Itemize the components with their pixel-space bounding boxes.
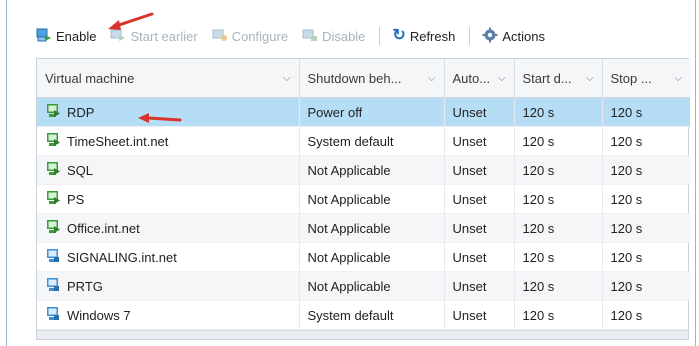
start-delay: 120 s	[514, 97, 603, 127]
auto-value: Unset	[444, 300, 515, 330]
table-row[interactable]: Windows 7 System default Unset 120 s 120…	[37, 300, 690, 330]
refresh-label: Refresh	[409, 28, 456, 44]
auto-value: Unset	[444, 242, 515, 272]
vm-off-icon	[45, 306, 61, 325]
refresh-icon: ↻	[392, 27, 406, 44]
chevron-down-icon[interactable]: ⌵	[586, 73, 594, 84]
enable-label: Enable	[56, 28, 97, 44]
vm-on-icon	[45, 219, 61, 238]
column-header-label: Shutdown beh...	[307, 70, 402, 86]
stop-delay: 120 s	[602, 97, 690, 127]
column-header-label: Stop ...	[610, 70, 652, 86]
chevron-down-icon[interactable]: ⌵	[674, 73, 682, 84]
stop-delay: 120 s	[602, 213, 690, 243]
annotation-arrow-icon	[138, 113, 182, 123]
disable-label: Disable	[322, 28, 366, 44]
grid-footer	[37, 330, 688, 339]
start-delay: 120 s	[514, 213, 603, 243]
auto-value: Unset	[444, 213, 515, 243]
shutdown-behavior: Not Applicable	[299, 271, 445, 301]
chevron-down-icon[interactable]: ⌵	[498, 73, 506, 84]
stop-delay: 120 s	[602, 300, 690, 330]
start-delay: 120 s	[514, 155, 603, 185]
stop-delay: 120 s	[602, 126, 690, 156]
start-delay: 120 s	[514, 271, 603, 301]
auto-value: Unset	[444, 184, 515, 214]
auto-value: Unset	[444, 97, 515, 127]
vm-name: Office.int.net	[67, 220, 140, 236]
shutdown-behavior: Not Applicable	[299, 155, 445, 185]
toolbar-separator	[469, 27, 471, 45]
stop-delay: 120 s	[602, 242, 690, 272]
chevron-down-icon[interactable]: ⌵	[428, 73, 436, 84]
table-row[interactable]: SIGNALING.int.net Not Applicable Unset 1…	[37, 242, 690, 272]
vm-name: SIGNALING.int.net	[67, 249, 177, 265]
vm-off-icon	[45, 277, 61, 296]
stop-delay: 120 s	[602, 271, 690, 301]
table-row[interactable]: RDP Power off Unset 120 s 120 s	[37, 97, 690, 127]
shutdown-behavior: Not Applicable	[299, 213, 445, 243]
column-header-stop-delay[interactable]: Stop ... ⌵	[602, 59, 690, 98]
column-header-auto[interactable]: Auto... ⌵	[444, 59, 515, 98]
vm-on-icon	[45, 161, 61, 180]
stop-delay: 120 s	[602, 184, 690, 214]
table-row[interactable]: SQL Not Applicable Unset 120 s 120 s	[37, 155, 690, 185]
auto-value: Unset	[444, 271, 515, 301]
vm-name: TimeSheet.int.net	[67, 133, 169, 149]
enable-button[interactable]: Enable	[36, 27, 96, 46]
auto-value: Unset	[444, 126, 515, 156]
configure-label: Configure	[231, 28, 289, 44]
table-row[interactable]: PRTG Not Applicable Unset 120 s 120 s	[37, 271, 690, 301]
actions-label: Actions	[502, 28, 545, 44]
column-header-label: Start d...	[522, 70, 572, 86]
grid-body: RDP Power off Unset 120 s 120 s TimeShee…	[37, 97, 690, 330]
start-delay: 120 s	[514, 126, 603, 156]
vm-name: RDP	[67, 104, 95, 120]
configure-button[interactable]: Configure	[212, 27, 288, 46]
auto-value: Unset	[444, 155, 515, 185]
vm-name: Windows 7	[67, 307, 131, 323]
disable-button[interactable]: Disable	[302, 27, 365, 46]
vm-on-icon	[45, 103, 61, 122]
vm-name: SQL	[67, 162, 94, 178]
column-header-shutdown[interactable]: Shutdown beh... ⌵	[299, 59, 445, 98]
table-row[interactable]: PS Not Applicable Unset 120 s 120 s	[37, 184, 690, 214]
column-header-label: Virtual machine	[45, 70, 135, 86]
vm-startup-grid: Virtual machine ⌵ Shutdown beh... ⌵ Auto..…	[36, 58, 690, 340]
shutdown-behavior: System default	[299, 126, 445, 156]
disable-vm-icon	[302, 27, 318, 46]
column-header-vm[interactable]: Virtual machine ⌵	[37, 59, 300, 98]
start-delay: 120 s	[514, 184, 603, 214]
vm-on-icon	[45, 132, 61, 151]
stop-delay: 120 s	[602, 155, 690, 185]
grid-header-row: Virtual machine ⌵ Shutdown beh... ⌵ Auto..…	[37, 59, 690, 98]
table-row[interactable]: TimeSheet.int.net System default Unset 1…	[37, 126, 690, 156]
configure-icon	[212, 27, 228, 46]
gear-icon	[482, 27, 498, 46]
shutdown-behavior: Not Applicable	[299, 242, 445, 272]
column-header-start-delay[interactable]: Start d... ⌵	[514, 59, 603, 98]
chevron-down-icon[interactable]: ⌵	[283, 73, 291, 84]
vm-on-icon	[45, 190, 61, 209]
enable-vm-icon	[36, 27, 52, 46]
vm-name: PS	[67, 191, 85, 207]
start-delay: 120 s	[514, 300, 603, 330]
refresh-button[interactable]: ↻ Refresh	[392, 28, 455, 44]
table-row[interactable]: Office.int.net Not Applicable Unset 120 …	[37, 213, 690, 243]
toolbar-separator	[379, 27, 381, 45]
shutdown-behavior: Not Applicable	[299, 184, 445, 214]
actions-button[interactable]: Actions	[482, 27, 545, 46]
annotation-arrow-icon	[108, 12, 154, 30]
shutdown-behavior: System default	[299, 300, 445, 330]
vm-off-icon	[45, 248, 61, 267]
column-header-label: Auto...	[452, 70, 491, 86]
vm-name: PRTG	[67, 278, 103, 294]
start-delay: 120 s	[514, 242, 603, 272]
shutdown-behavior: Power off	[299, 97, 445, 127]
